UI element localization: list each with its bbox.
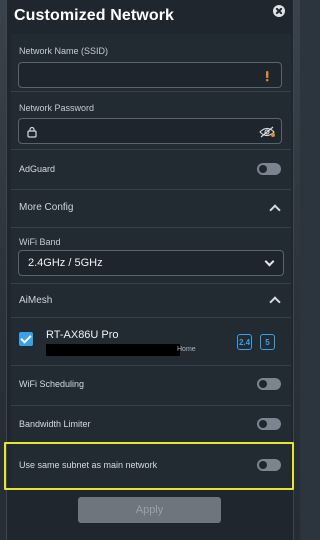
adguard-toggle[interactable] <box>257 163 281 175</box>
password-label: Network Password <box>19 103 95 113</box>
dialog-header: Customized Network <box>7 0 295 34</box>
wifi-band-value: 2.4GHz / 5GHz <box>28 257 103 269</box>
ssid-section: Network Name (SSID) <box>11 34 291 92</box>
redacted-mac-address <box>46 344 180 356</box>
band-24-label: 2.4 <box>238 337 251 347</box>
bandwidth-limiter-toggle[interactable] <box>257 418 281 430</box>
bandwidth-limiter-row: Bandwidth Limiter <box>11 406 291 444</box>
band-24ghz-icon: 2.4 <box>237 334 252 350</box>
bandwidth-limiter-label: Bandwidth Limiter <box>19 419 91 429</box>
chevron-up-icon[interactable] <box>269 204 281 216</box>
adguard-row: AdGuard <box>11 150 291 190</box>
aimesh-node-checkbox[interactable] <box>19 332 33 346</box>
dialog-title: Customized Network <box>14 7 175 24</box>
wifi-scheduling-toggle[interactable] <box>257 378 281 390</box>
wifi-band-label: WiFi Band <box>19 237 61 247</box>
hide-password-icon[interactable] <box>259 126 275 138</box>
adguard-label: AdGuard <box>19 164 56 174</box>
close-icon[interactable] <box>273 5 285 17</box>
ssid-input[interactable] <box>18 62 282 88</box>
password-section: Network Password <box>11 92 291 150</box>
password-input[interactable] <box>18 118 282 144</box>
chevron-up-icon[interactable] <box>269 296 281 308</box>
chevron-down-icon <box>264 256 275 267</box>
wifi-scheduling-row: WiFi Scheduling <box>11 366 291 406</box>
aimesh-header[interactable]: AiMesh <box>11 284 291 318</box>
aimesh-node-location: Home <box>177 346 196 353</box>
wifi-scheduling-label: WiFi Scheduling <box>19 379 85 389</box>
wifi-band-section: WiFi Band 2.4GHz / 5GHz <box>11 228 291 284</box>
band-5ghz-icon: 5 <box>260 334 275 350</box>
wifi-band-select[interactable]: 2.4GHz / 5GHz <box>18 250 284 276</box>
more-config-header[interactable]: More Config <box>11 190 291 228</box>
ssid-label: Network Name (SSID) <box>19 46 109 56</box>
warning-key-icon <box>266 71 269 82</box>
lock-icon <box>27 126 37 138</box>
aimesh-node-name: RT-AX86U Pro <box>46 329 119 341</box>
band-5-label: 5 <box>265 337 270 347</box>
apply-button[interactable]: Apply <box>78 497 221 523</box>
highlight-box <box>4 442 294 490</box>
more-config-title: More Config <box>19 202 74 213</box>
aimesh-title: AiMesh <box>19 295 53 306</box>
